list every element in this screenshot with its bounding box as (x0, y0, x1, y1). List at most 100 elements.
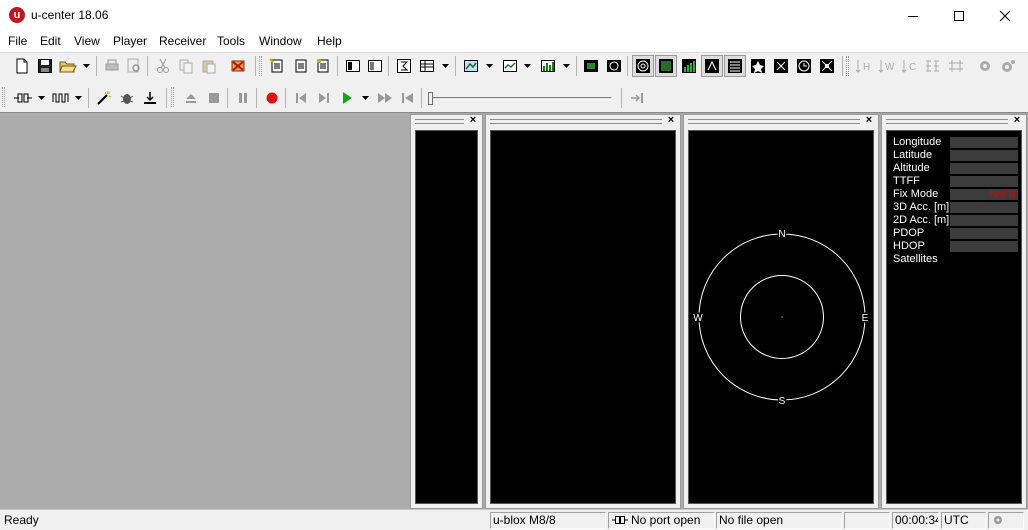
autobauding-wand-icon[interactable] (93, 87, 115, 109)
toolbar-grip[interactable] (259, 56, 262, 76)
statistics-icon[interactable] (393, 55, 415, 77)
data-row-3d-acc: 3D Acc. [m] (891, 201, 1019, 214)
paste-icon[interactable] (198, 55, 220, 77)
menu-view[interactable]: View (74, 34, 100, 48)
baudrate-icon[interactable] (50, 87, 74, 109)
eject-icon[interactable] (180, 87, 202, 109)
stop-icon[interactable] (203, 87, 225, 109)
menu-player[interactable]: Player (113, 34, 147, 48)
data-value (950, 215, 1018, 226)
data-view-icon[interactable] (724, 55, 746, 77)
cut-icon[interactable] (152, 55, 174, 77)
data-value (950, 228, 1018, 239)
data-label: Latitude (893, 149, 933, 161)
menu-help[interactable]: Help (317, 34, 342, 48)
compass-view-icon[interactable] (655, 55, 677, 77)
settings-1-icon[interactable] (974, 55, 996, 77)
new-file-icon[interactable] (11, 55, 33, 77)
print-preview-icon[interactable] (123, 55, 145, 77)
clear-icon[interactable] (227, 55, 249, 77)
panel-grip-bar[interactable]: × (884, 114, 1024, 128)
close-button[interactable] (982, 0, 1028, 31)
docking-window-1-icon[interactable] (266, 55, 288, 77)
menu-edit[interactable]: Edit (40, 34, 61, 48)
panel-grip-bar[interactable]: × (686, 114, 876, 128)
toolbar-separator (842, 56, 843, 76)
panel-view-empty (490, 130, 676, 504)
clock-view-icon[interactable] (793, 55, 815, 77)
slider-thumb[interactable] (428, 92, 433, 105)
data-value (950, 150, 1018, 161)
status-ready: Ready (4, 513, 39, 527)
packet-console-icon[interactable] (342, 55, 364, 77)
chart-view-dropdown-icon[interactable] (523, 55, 532, 77)
menu-receiver[interactable]: Receiver (159, 34, 206, 48)
satellite-level-icon[interactable] (701, 55, 723, 77)
gps-c-icon[interactable]: C (899, 55, 921, 77)
binary-console-icon[interactable] (364, 55, 386, 77)
toolbar-separator (388, 56, 389, 76)
rewind-to-start-icon[interactable] (397, 87, 419, 109)
panel-grip-bar[interactable]: × (413, 114, 480, 128)
chart-view-icon[interactable] (499, 55, 521, 77)
open-dropdown-icon[interactable] (82, 55, 91, 77)
map-view-icon[interactable] (460, 55, 482, 77)
debug-bug-icon[interactable] (116, 87, 138, 109)
save-icon[interactable] (34, 55, 56, 77)
settings-2-icon[interactable] (997, 55, 1019, 77)
status-empty-cell (844, 512, 890, 529)
menu-file[interactable]: File (8, 34, 27, 48)
step-back-icon[interactable] (290, 87, 312, 109)
map-view-dropdown-icon[interactable] (485, 55, 494, 77)
baudrate-dropdown-icon[interactable] (74, 87, 83, 109)
menu-window[interactable]: Window (259, 34, 302, 48)
pause-icon[interactable] (232, 87, 254, 109)
play-dropdown-icon[interactable] (361, 87, 370, 109)
sky-view-icon[interactable] (632, 55, 654, 77)
maximize-button[interactable] (936, 0, 982, 31)
sensor-view-icon[interactable] (816, 55, 838, 77)
gps-reset-2-icon[interactable] (945, 55, 967, 77)
connection-icon[interactable] (9, 87, 37, 109)
table-view-dropdown-icon[interactable] (441, 55, 450, 77)
copy-icon[interactable] (175, 55, 197, 77)
minimize-button[interactable] (890, 0, 936, 31)
toolbar-grip[interactable] (171, 87, 174, 107)
panel-grip-bar[interactable]: × (488, 114, 678, 128)
go-to-end-icon[interactable] (626, 87, 648, 109)
histogram-dropdown-icon[interactable] (562, 55, 571, 77)
panel-close-icon[interactable]: × (665, 114, 677, 126)
step-forward-icon[interactable] (313, 87, 335, 109)
table-view-icon[interactable] (416, 55, 438, 77)
docking-window-3-icon[interactable] (312, 55, 334, 77)
record-icon[interactable] (261, 87, 283, 109)
toolbar-grip[interactable] (846, 56, 849, 76)
download-icon[interactable] (139, 87, 161, 109)
toolbar-grip[interactable] (2, 87, 5, 107)
time-view-icon[interactable] (770, 55, 792, 77)
playback-slider[interactable] (428, 92, 614, 106)
panel-close-icon[interactable]: × (467, 114, 479, 126)
world-view-icon[interactable] (747, 55, 769, 77)
gps-reset-1-icon[interactable] (922, 55, 944, 77)
gps-w-icon[interactable]: W (876, 55, 898, 77)
status-port[interactable]: No port open (608, 512, 715, 529)
histogram-view-icon[interactable] (537, 55, 559, 77)
panel-close-icon[interactable]: × (1011, 114, 1023, 126)
data-row-pdop: PDOP (891, 227, 1019, 240)
camera-view-icon[interactable] (580, 55, 602, 77)
fast-forward-icon[interactable] (374, 87, 396, 109)
print-icon[interactable] (101, 55, 123, 77)
play-icon[interactable] (336, 87, 358, 109)
data-value (950, 176, 1018, 187)
gps-h-icon[interactable]: H (853, 55, 875, 77)
open-folder-icon[interactable] (57, 55, 79, 77)
deviation-map-icon[interactable] (603, 55, 625, 77)
menu-tools[interactable]: Tools (217, 34, 245, 48)
signal-view-icon[interactable] (678, 55, 700, 77)
docking-window-2-icon[interactable] (290, 55, 312, 77)
panel-close-icon[interactable]: × (863, 114, 875, 126)
data-view-panel: × Longitude Latitude Altitude TTFF Fix M… (881, 114, 1027, 509)
data-label: PDOP (893, 227, 925, 239)
connection-dropdown-icon[interactable] (37, 87, 46, 109)
